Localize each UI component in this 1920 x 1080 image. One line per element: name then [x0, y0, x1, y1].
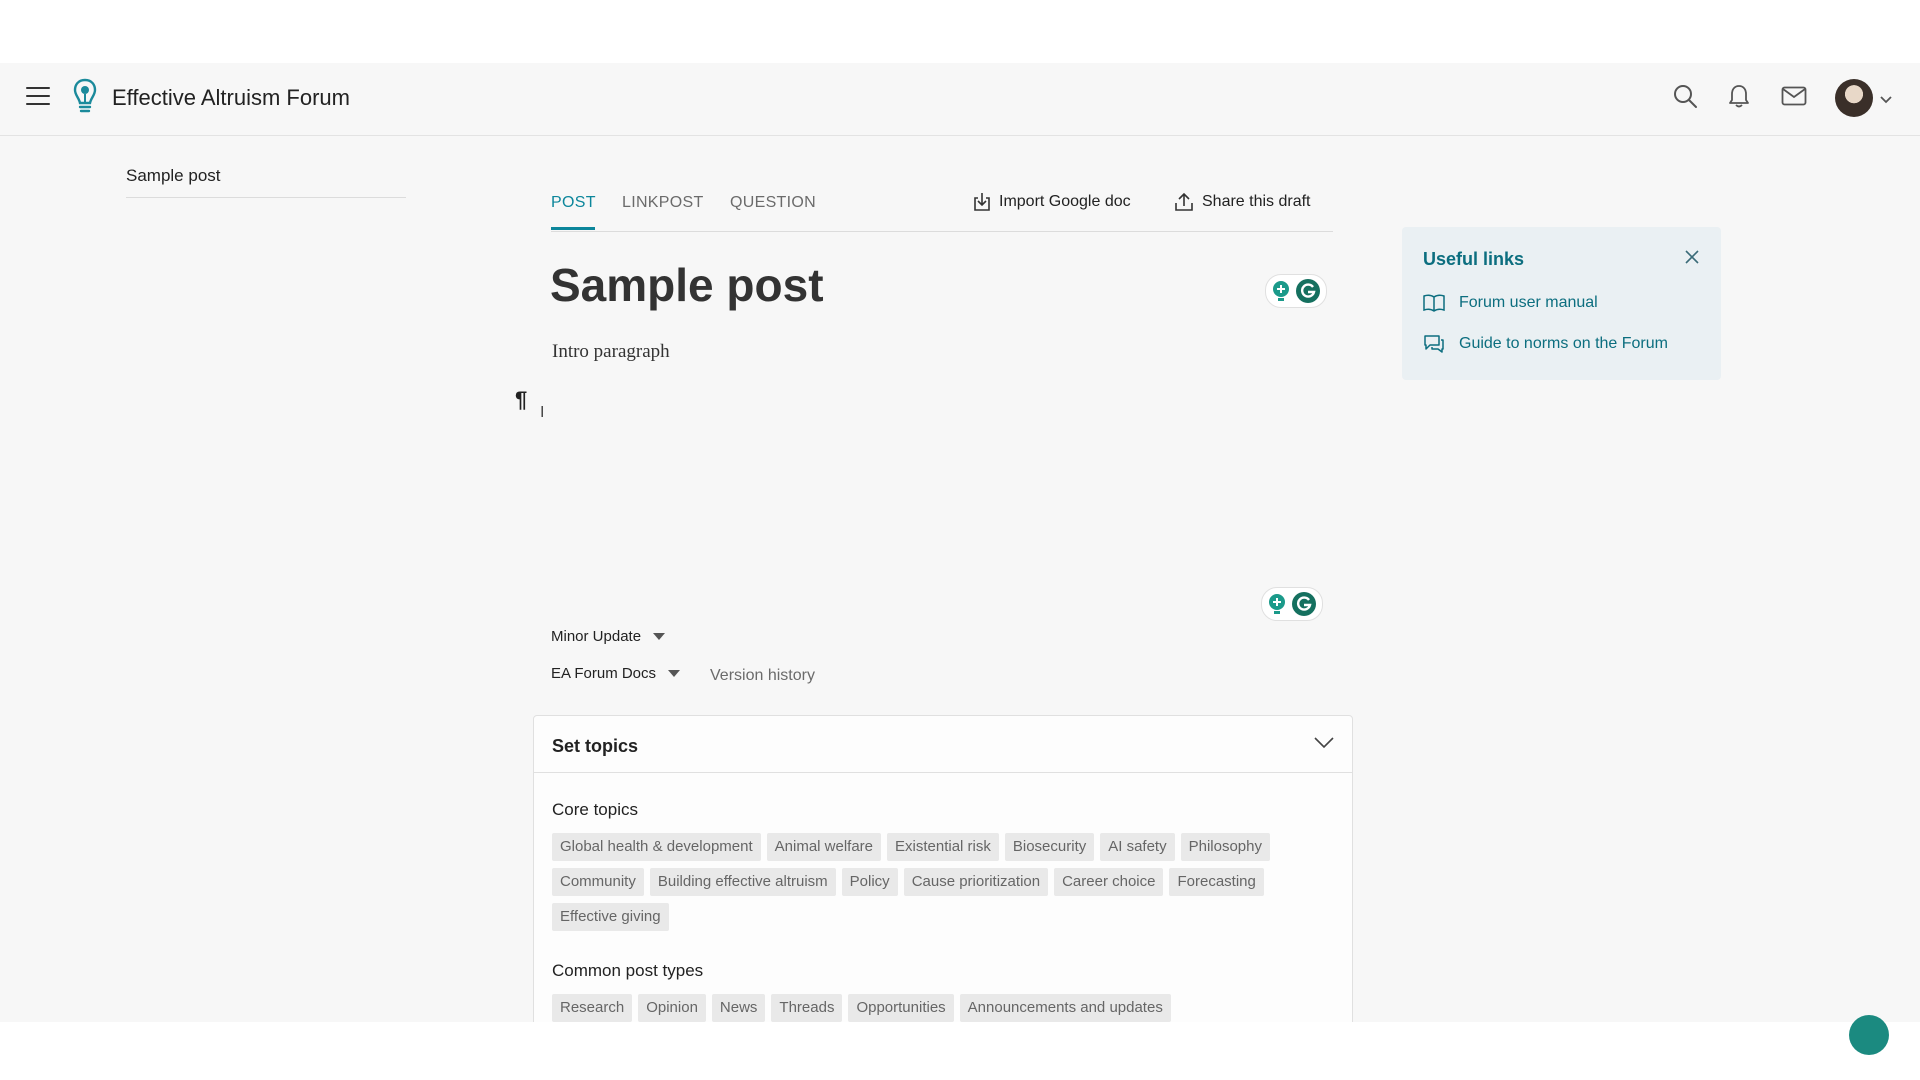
core-topics-list: Global health & development Animal welfar… [552, 833, 1342, 931]
tab-post[interactable]: POST [551, 194, 596, 212]
collection-value: EA Forum Docs [551, 665, 657, 682]
bulb-icon [1269, 594, 1285, 614]
close-icon[interactable] [1684, 249, 1700, 270]
forum-norms-label: Guide to norms on the Forum [1459, 335, 1668, 352]
forum-manual-label: Forum user manual [1459, 294, 1598, 311]
share-icon [1175, 192, 1193, 211]
post-type-chip[interactable]: Research [552, 994, 633, 1022]
ea-logo-icon[interactable] [72, 77, 98, 120]
topic-chip[interactable]: Forecasting [1169, 868, 1264, 896]
mail-icon[interactable] [1781, 86, 1807, 111]
chevron-down-icon[interactable] [1880, 91, 1892, 109]
chat-launcher-button[interactable] [1849, 1015, 1889, 1055]
topic-chip[interactable]: Career choice [1054, 868, 1164, 896]
post-type-chip[interactable]: Opportunities [848, 994, 954, 1022]
topic-chip[interactable]: Global health & development [552, 833, 761, 861]
update-type-value: Minor Update [551, 628, 642, 645]
forum-norms-link[interactable]: Guide to norms on the Forum [1423, 334, 1668, 354]
text-cursor: I [540, 404, 545, 421]
useful-links-panel: Useful links Forum user manual Guide to … [1402, 227, 1721, 380]
topic-chip[interactable]: AI safety [1100, 833, 1175, 861]
collection-select[interactable]: EA Forum Docs [551, 665, 681, 682]
dropdown-caret-icon [668, 670, 681, 677]
bulb-icon [1273, 281, 1289, 301]
tab-question[interactable]: QUESTION [730, 194, 816, 212]
topic-chip[interactable]: Philosophy [1180, 833, 1270, 861]
tab-linkpost[interactable]: LINKPOST [622, 194, 704, 212]
toc-divider [126, 197, 406, 198]
menu-icon[interactable] [26, 87, 50, 107]
active-tab-indicator [551, 227, 595, 230]
share-draft-button[interactable]: Share this draft [1174, 192, 1311, 212]
screen-bottom-band [0, 1022, 1920, 1080]
site-title[interactable]: Effective Altruism Forum [112, 85, 350, 111]
post-type-chip[interactable]: News [711, 994, 766, 1022]
chevron-down-icon[interactable] [1314, 736, 1334, 754]
update-type-select[interactable]: Minor Update [551, 628, 666, 645]
top-header: Effective Altruism Forum [0, 63, 1920, 136]
useful-links-title: Useful links [1423, 249, 1525, 269]
share-draft-label: Share this draft [1202, 193, 1311, 210]
import-google-doc-button[interactable]: Import Google doc [973, 192, 1131, 212]
post-type-chip[interactable]: Opinion [638, 994, 706, 1022]
topic-chip[interactable]: Cause prioritization [903, 868, 1049, 896]
version-history-link[interactable]: Version history [710, 667, 815, 685]
topic-chip[interactable]: Animal welfare [766, 833, 882, 861]
topic-chip[interactable]: Building effective altruism [649, 868, 836, 896]
post-type-tabs: POST LINKPOST QUESTION Import Google doc… [551, 192, 1333, 232]
topics-panel: Set topics Core topics Global health & d… [533, 715, 1353, 1037]
grammarly-widget[interactable] [1265, 274, 1327, 308]
user-avatar[interactable] [1835, 79, 1873, 117]
grammarly-widget-bottom[interactable] [1261, 587, 1323, 621]
topic-chip[interactable]: Existential risk [887, 833, 999, 861]
search-icon[interactable] [1672, 83, 1698, 114]
screen-top-band [0, 0, 1920, 63]
chat-icon [1424, 335, 1444, 353]
topic-chip[interactable]: Biosecurity [1004, 833, 1095, 861]
topics-title: Set topics [552, 736, 639, 756]
forum-manual-link[interactable]: Forum user manual [1423, 294, 1598, 312]
post-title-input[interactable]: Sample post [550, 258, 824, 312]
dropdown-caret-icon [653, 633, 666, 640]
core-topics-heading: Core topics [552, 800, 638, 819]
toc-item[interactable]: Sample post [126, 166, 221, 186]
post-type-chip[interactable]: Threads [771, 994, 843, 1022]
book-icon [1423, 294, 1445, 312]
topics-header[interactable]: Set topics [534, 716, 1352, 773]
bell-icon[interactable] [1727, 83, 1751, 114]
post-types-list: Research Opinion News Threads Opportunities A… [552, 994, 1342, 1022]
topic-chip[interactable]: Community [552, 868, 644, 896]
paragraph-mark: ¶ [515, 387, 528, 412]
topic-chip[interactable]: Effective giving [552, 903, 669, 931]
topic-chip[interactable]: Policy [841, 868, 898, 896]
post-type-chip[interactable]: Announcements and updates [959, 994, 1171, 1022]
grammarly-icon [1296, 279, 1320, 303]
post-body-paragraph[interactable]: Intro paragraph [552, 341, 670, 363]
download-icon [974, 193, 990, 211]
post-types-heading: Common post types [552, 961, 704, 980]
import-google-doc-label: Import Google doc [999, 193, 1131, 210]
grammarly-icon [1292, 592, 1316, 616]
